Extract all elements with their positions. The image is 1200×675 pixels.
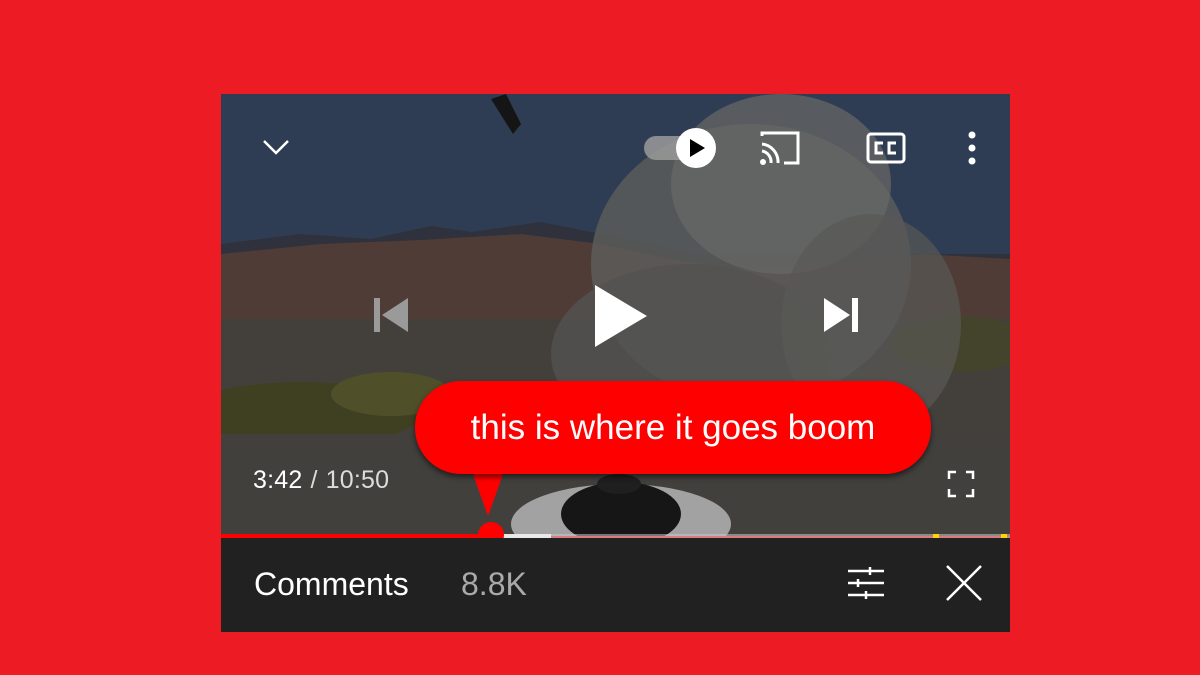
cast-button[interactable] <box>755 128 805 168</box>
fullscreen-icon <box>947 470 975 498</box>
minimize-player-button[interactable] <box>251 130 301 164</box>
time-display: 3:42/10:50 <box>253 466 389 495</box>
fullscreen-button[interactable] <box>941 466 981 502</box>
cast-icon <box>760 131 800 165</box>
play-button[interactable] <box>586 276 656 356</box>
chevron-down-icon <box>263 140 289 155</box>
sort-icon <box>848 567 884 599</box>
play-icon <box>595 285 647 347</box>
close-icon <box>946 565 982 601</box>
more-options-button[interactable] <box>959 126 985 170</box>
autoplay-toggle[interactable] <box>642 128 718 168</box>
close-comments-button[interactable] <box>939 558 989 608</box>
current-time: 3:42 <box>253 466 303 494</box>
next-button[interactable] <box>811 290 871 340</box>
comments-header: Comments 8.8K <box>221 538 1010 632</box>
sort-comments-button[interactable] <box>841 558 891 608</box>
comments-title: Comments <box>254 566 409 602</box>
previous-icon <box>374 298 408 332</box>
youtube-player-screen: 3:42/10:50 this is where it goes boom Co… <box>221 94 1010 632</box>
comments-count: 8.8K <box>461 566 527 602</box>
autoplay-toggle-icon <box>644 128 716 168</box>
time-separator: / <box>310 466 318 494</box>
captions-button[interactable] <box>861 128 911 168</box>
closed-captions-icon <box>866 132 906 164</box>
next-icon <box>824 298 858 332</box>
total-time: 10:50 <box>325 466 390 494</box>
callout-bubble: this is where it goes boom <box>415 381 931 474</box>
previous-button[interactable] <box>361 290 421 340</box>
more-vert-icon <box>968 131 976 165</box>
